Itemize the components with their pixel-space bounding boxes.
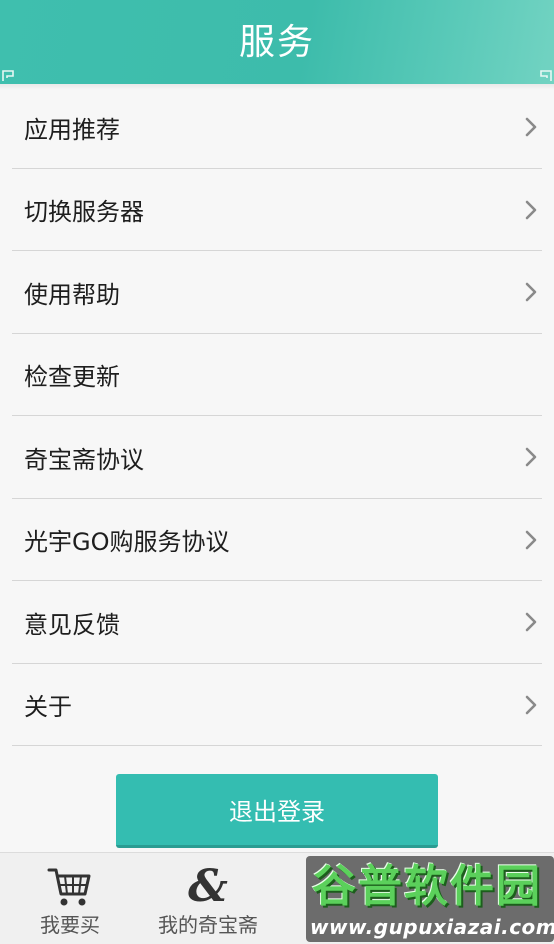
tab-label: 我的奇宝斋 xyxy=(158,913,258,937)
menu-item-help[interactable]: 使用帮助 xyxy=(0,251,554,334)
menu-item-label: 关于 xyxy=(24,693,72,722)
watermark-title: 谷普软件园 xyxy=(312,861,542,912)
menu-item-label: 使用帮助 xyxy=(24,280,120,309)
menu-item-check-update[interactable]: 检查更新 xyxy=(0,334,554,417)
chevron-right-icon xyxy=(525,117,537,137)
menu-item-label: 应用推荐 xyxy=(24,115,120,144)
chevron-right-icon xyxy=(525,447,537,467)
menu-item-go-service-agreement[interactable]: 光宇GO购服务协议 xyxy=(0,499,554,582)
menu-item-label: 切换服务器 xyxy=(24,198,144,227)
app-header: 服务 xyxy=(0,0,554,84)
corner-ornament-icon xyxy=(2,70,14,81)
chevron-right-icon xyxy=(525,530,537,550)
ampersand-icon: & xyxy=(188,861,228,912)
chevron-right-icon xyxy=(525,695,537,715)
watermark-url: www.gupuxiazai.com xyxy=(310,915,554,939)
menu-item-qibaozhai-agreement[interactable]: 奇宝斋协议 xyxy=(0,416,554,499)
corner-ornament-icon xyxy=(540,70,552,81)
menu-item-about[interactable]: 关于 xyxy=(0,664,554,747)
tab-my-qibaozhai[interactable]: & 我的奇宝斋 xyxy=(150,853,266,944)
chevron-right-icon xyxy=(525,282,537,302)
cart-icon xyxy=(47,868,91,906)
watermark-logo: 谷普软件园 www.gupuxiazai.com xyxy=(306,856,554,942)
menu-item-label: 奇宝斋协议 xyxy=(24,445,144,474)
menu-item-label: 意见反馈 xyxy=(24,610,120,639)
tab-buy[interactable]: 我要买 xyxy=(30,853,110,944)
menu-item-feedback[interactable]: 意见反馈 xyxy=(0,581,554,664)
menu-item-app-recommend[interactable]: 应用推荐 xyxy=(0,86,554,169)
page-title: 服务 xyxy=(238,22,315,63)
menu-item-switch-server[interactable]: 切换服务器 xyxy=(0,169,554,252)
service-menu: 应用推荐 切换服务器 使用帮助 检查更新 奇宝斋协议 光宇GO购服务协议 意见反… xyxy=(0,86,554,746)
chevron-right-icon xyxy=(525,200,537,220)
menu-item-label: 检查更新 xyxy=(24,363,120,392)
menu-item-label: 光宇GO购服务协议 xyxy=(24,528,230,557)
chevron-right-icon xyxy=(525,612,537,632)
tab-label: 我要买 xyxy=(40,913,100,937)
logout-button[interactable]: 退出登录 xyxy=(116,774,438,848)
